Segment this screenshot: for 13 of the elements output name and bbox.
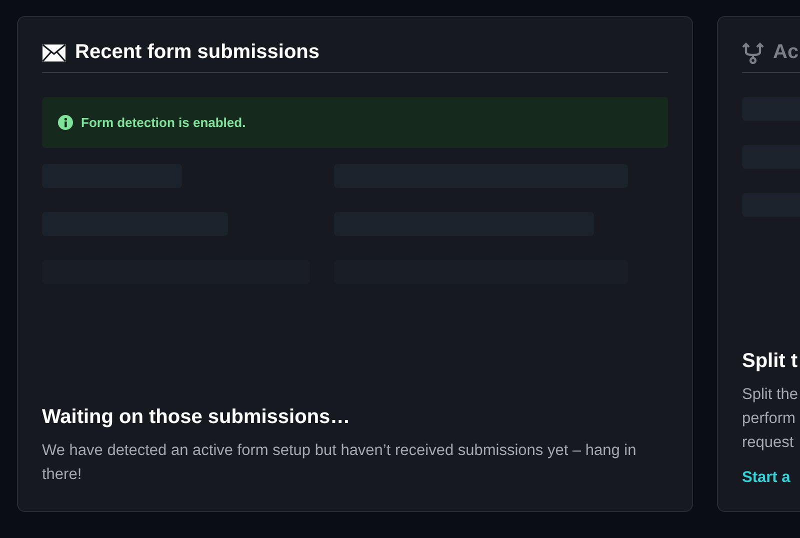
description-line: perform [742, 409, 796, 429]
empty-state-text: We have detected an active form setup but haven’t received submissions yet – hang in there! [42, 441, 638, 485]
branch-arrows-icon [742, 42, 764, 64]
info-icon [58, 115, 73, 130]
empty-state-title: Split t [742, 350, 799, 373]
start-link[interactable]: Start a [742, 469, 790, 487]
card-title: Ac [773, 41, 799, 64]
description-line: request [742, 433, 795, 453]
description-line: Split the [742, 385, 800, 405]
banner-text: Form detection is enabled. [81, 115, 246, 130]
card-title: Recent form submissions [75, 41, 320, 64]
empty-state-title: Waiting on those submissions… [42, 406, 352, 429]
envelope-icon [42, 44, 66, 62]
